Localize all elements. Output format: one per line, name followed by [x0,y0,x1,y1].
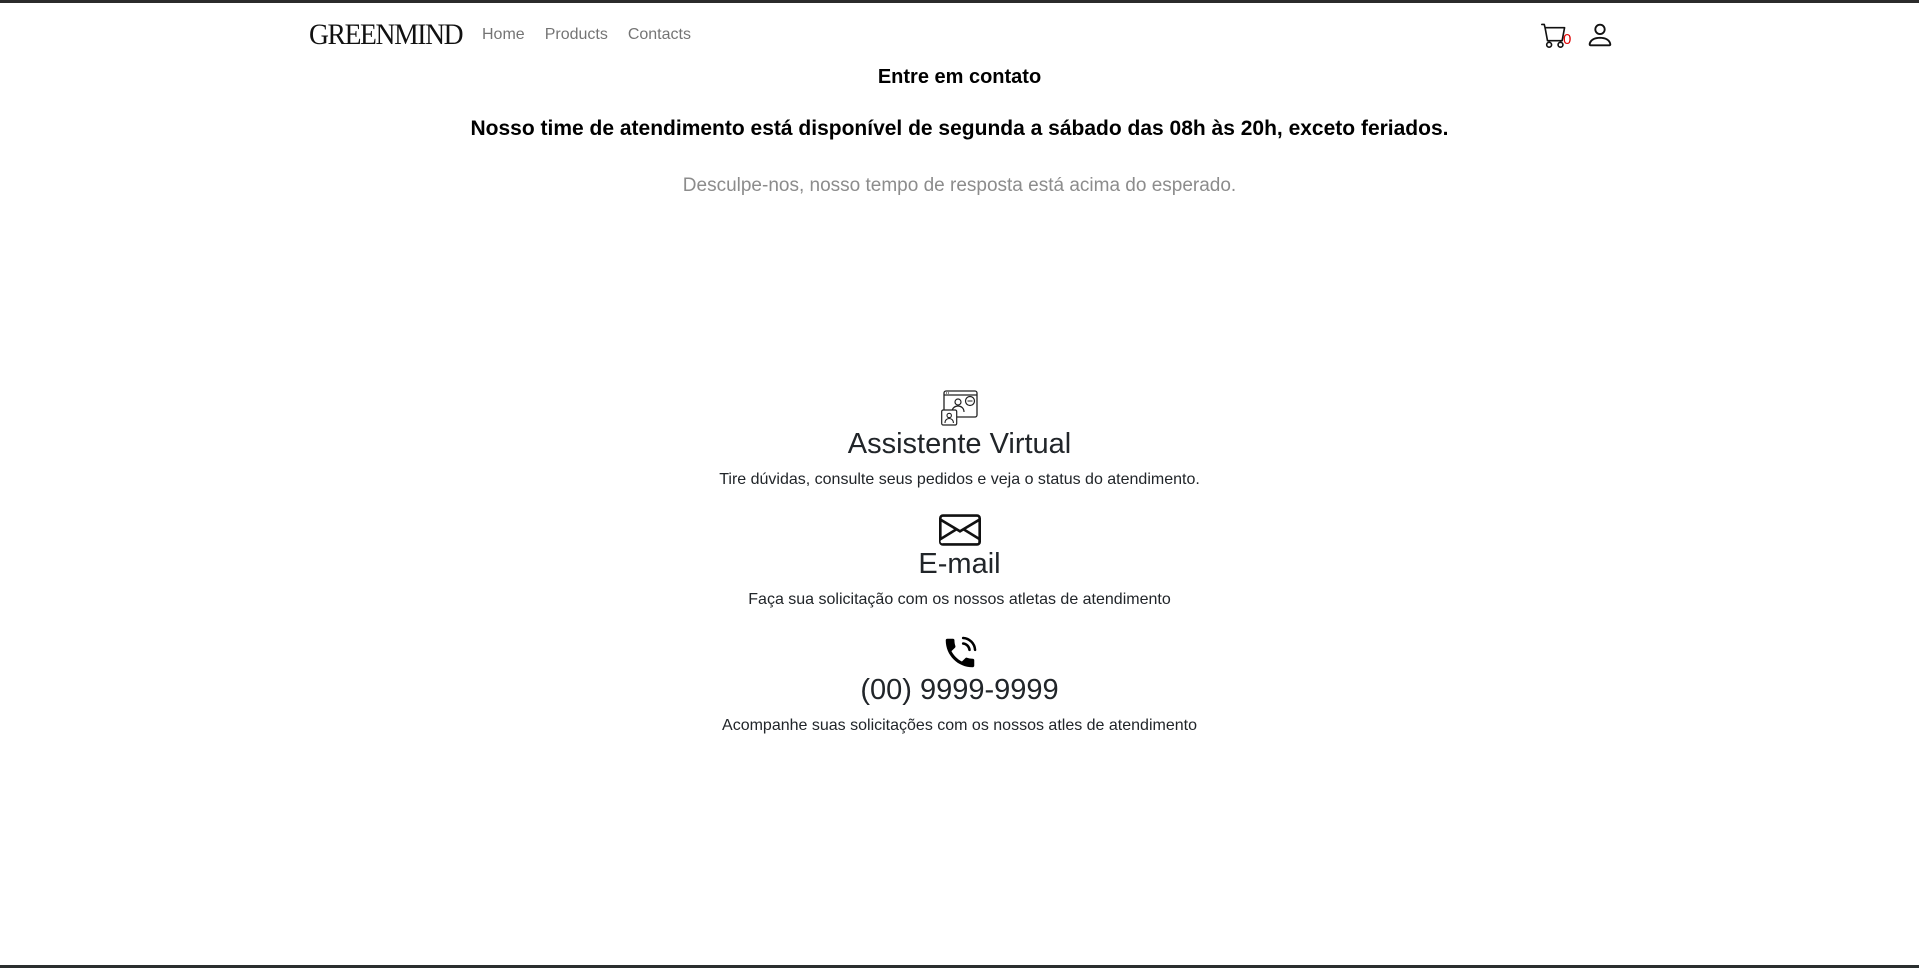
phone-icon [945,636,976,668]
cart-count-badge: 0 [1563,31,1572,48]
channel-description: Faça sua solicitação com os nossos atlet… [748,591,1171,608]
contact-hours: Nosso time de atendimento está disponíve… [470,117,1449,140]
nav-link-contacts[interactable]: Contacts [618,18,701,52]
channel-email[interactable]: E-mail Faça sua solicitação com os nosso… [0,514,1919,609]
nav-link-home[interactable]: Home [472,18,535,52]
channel-description: Acompanhe suas solicitações com os nosso… [722,717,1197,734]
channel-title: (00) 9999-9999 [860,674,1059,706]
cart-button[interactable]: 0 [1541,19,1573,51]
contact-notice: Desculpe-nos, nosso tempo de resposta es… [682,175,1237,196]
navbar: GREENMIND Home Products Contacts 0 [309,12,1615,58]
channel-phone[interactable]: (00) 9999-9999 Acompanhe suas solicitaçõ… [0,634,1919,735]
nav-link-products[interactable]: Products [535,18,618,52]
channel-title: E-mail [918,548,1001,580]
video-call-icon [940,390,978,426]
channel-title: Assistente Virtual [847,428,1072,460]
channel-virtual-assistant: Assistente Virtual Tire dúvidas, consult… [0,390,1919,489]
window-top-border [0,0,1919,3]
user-icon[interactable] [1585,20,1615,50]
nav-links: Home Products Contacts [472,18,701,52]
envelope-icon [938,514,981,546]
navbar-left: GREENMIND Home Products Contacts [309,18,701,52]
brand-logo[interactable]: GREENMIND [309,18,464,52]
channel-description: Tire dúvidas, consulte seus pedidos e ve… [719,471,1200,488]
navbar-right: 0 [1541,19,1615,51]
contact-title: Entre em contato [877,66,1042,88]
